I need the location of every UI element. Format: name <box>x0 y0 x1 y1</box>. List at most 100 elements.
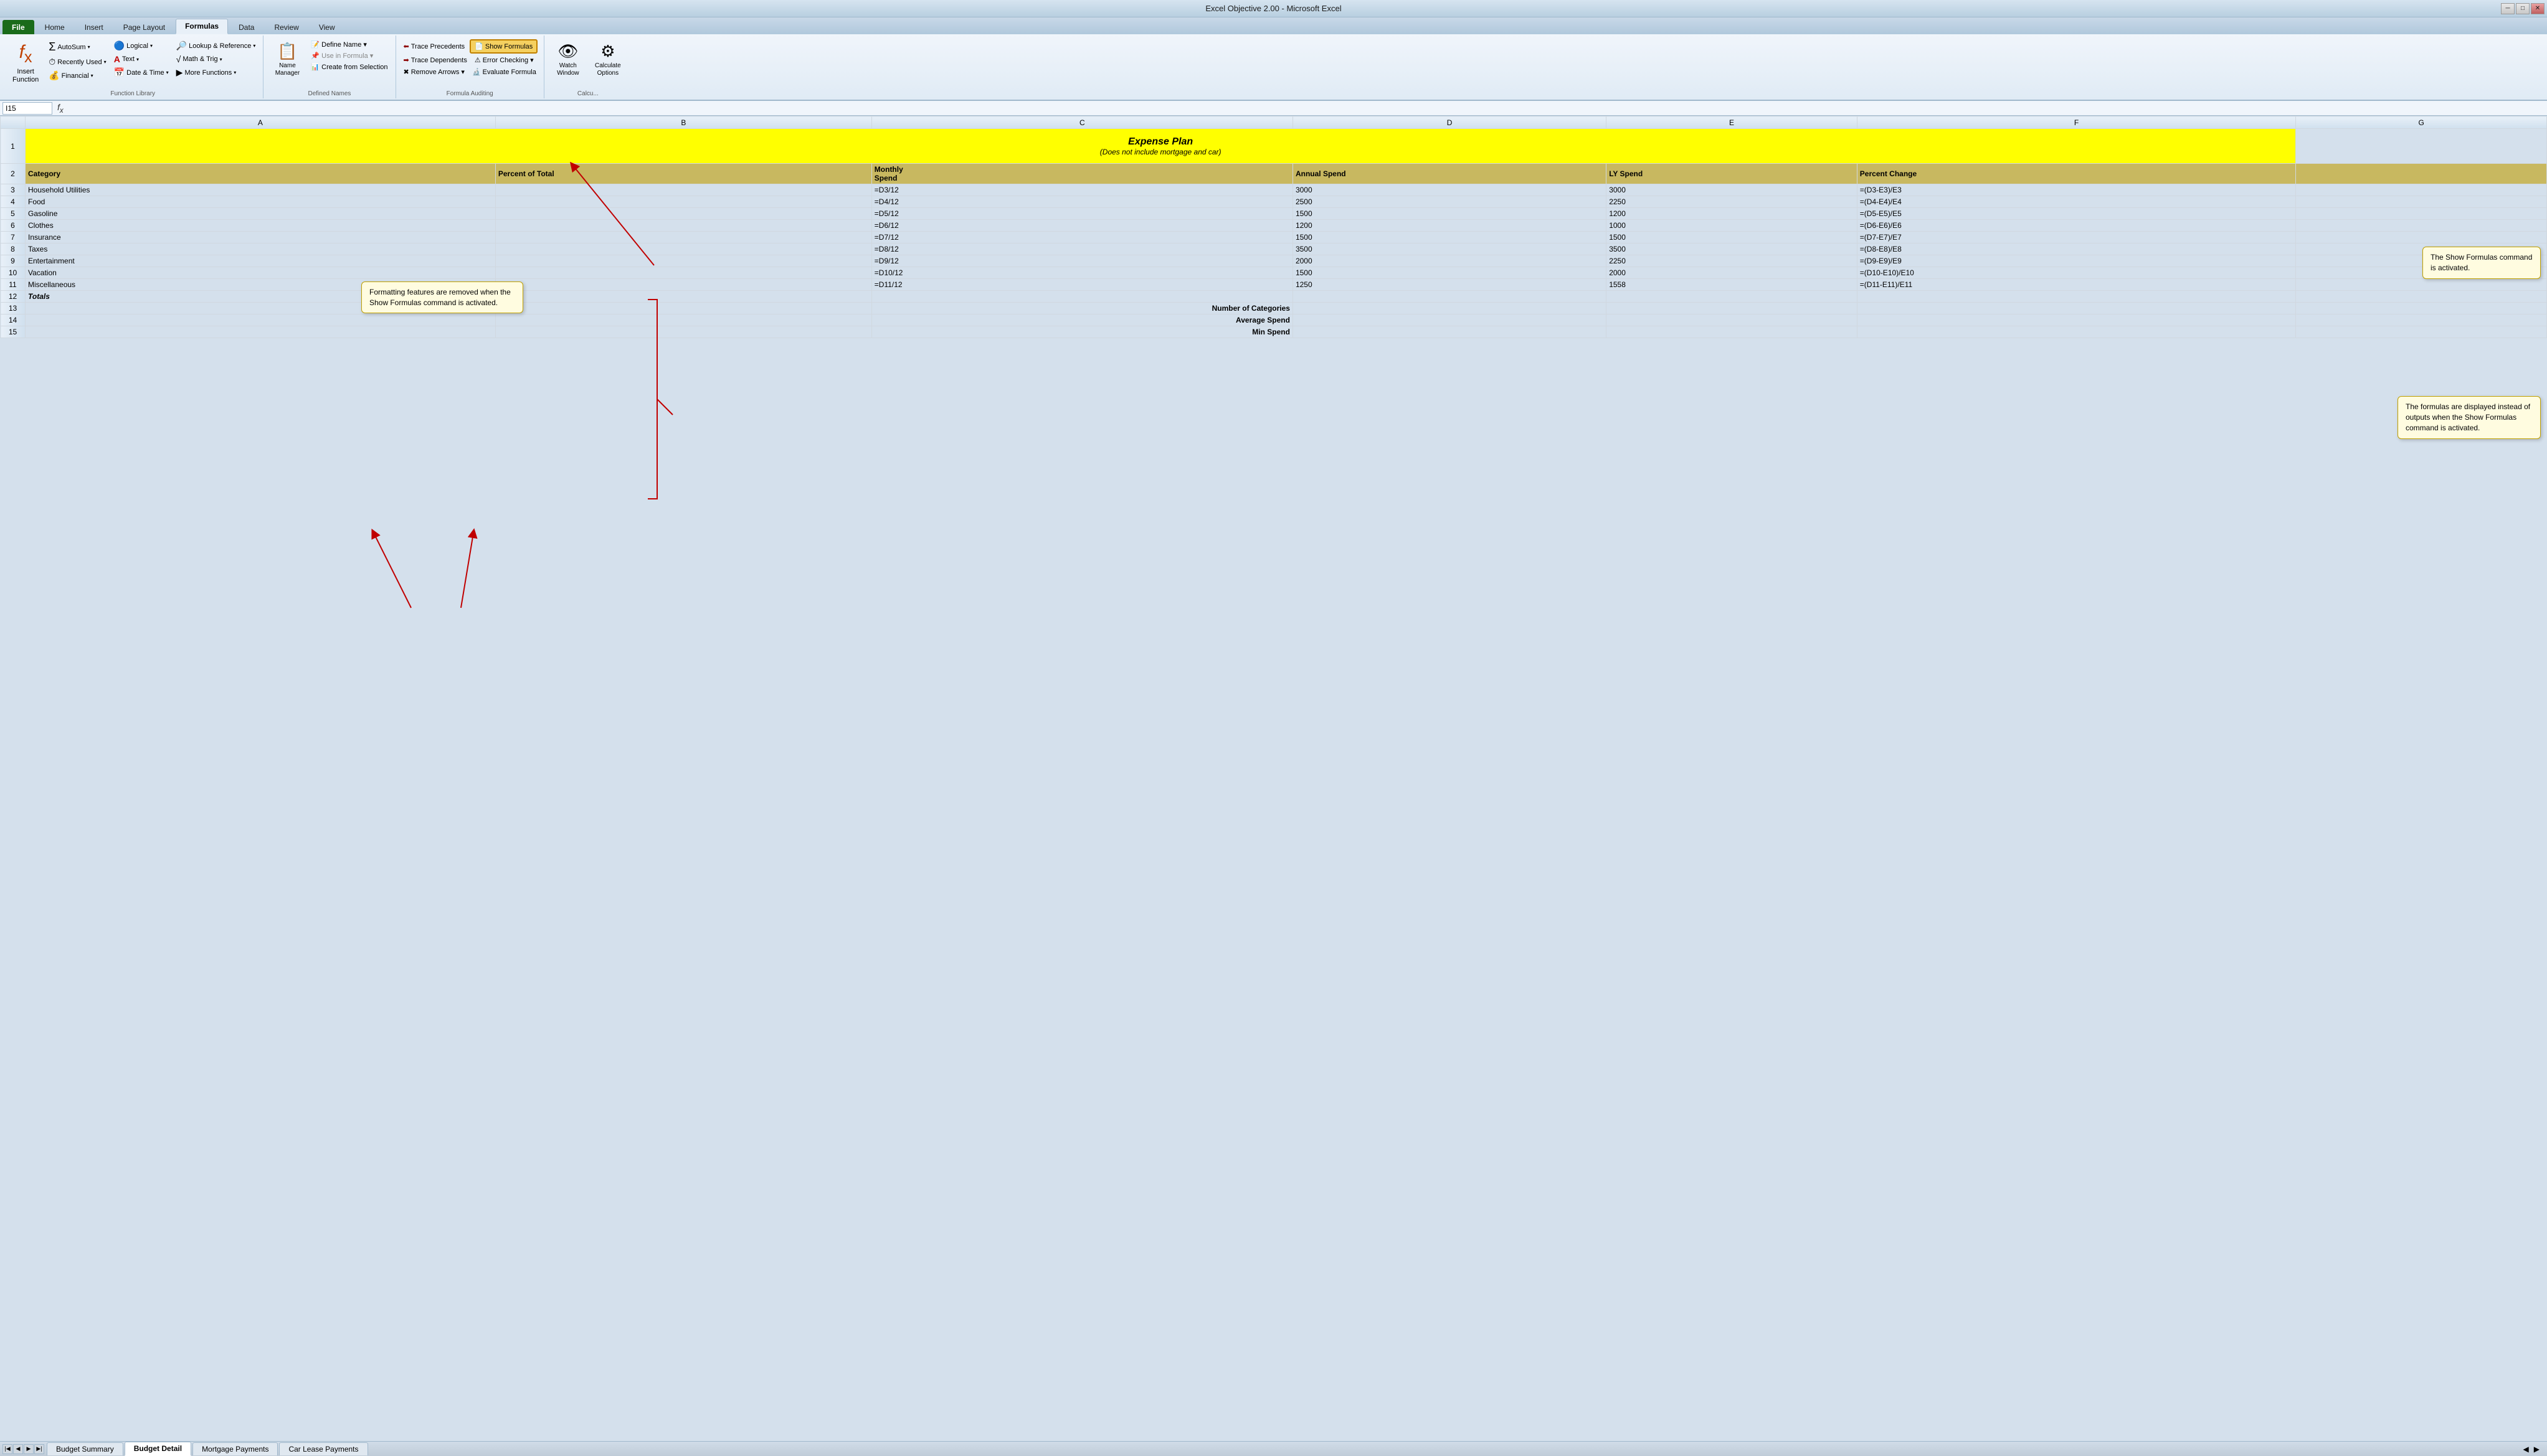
cell-a15[interactable] <box>26 326 496 338</box>
restore-button[interactable]: □ <box>2516 3 2530 14</box>
sheet-nav-last[interactable]: ▶| <box>34 1444 44 1454</box>
text-dropdown[interactable]: ▾ <box>136 57 139 62</box>
autosum-dropdown[interactable]: ▾ <box>88 44 90 50</box>
cell-f4[interactable]: =(D4-E4)/E4 <box>1857 196 2296 208</box>
cell-e13[interactable] <box>1606 303 1857 314</box>
cell-a10[interactable]: Vacation <box>26 267 496 279</box>
tab-view[interactable]: View <box>310 20 344 34</box>
cell-b13[interactable] <box>495 303 871 314</box>
use-in-formula-button[interactable]: 📌 Use in Formula ▾ <box>308 50 390 61</box>
cell-c15[interactable]: Min Spend <box>871 326 1292 338</box>
col-header-b[interactable]: B <box>495 116 871 129</box>
cell-b7[interactable] <box>495 232 871 243</box>
trace-precedents-button[interactable]: ⬅ Trace Precedents <box>401 41 468 52</box>
cell-g15[interactable] <box>2296 326 2547 338</box>
cell-e15[interactable] <box>1606 326 1857 338</box>
cell-b9[interactable] <box>495 255 871 267</box>
cell-e9[interactable]: 2250 <box>1606 255 1857 267</box>
cell-c13[interactable]: Number of Categories <box>871 303 1292 314</box>
cell-b6[interactable] <box>495 220 871 232</box>
cell-d15[interactable] <box>1292 326 1606 338</box>
cell-f8[interactable]: =(D8-E8)/E8 <box>1857 243 2296 255</box>
cell-d3[interactable]: 3000 <box>1292 184 1606 196</box>
autosum-button[interactable]: Σ AutoSum ▾ <box>46 39 108 55</box>
scroll-bar-left[interactable]: ◀ <box>2523 1445 2529 1454</box>
col-header-e[interactable]: E <box>1606 116 1857 129</box>
cell-d7[interactable]: 1500 <box>1292 232 1606 243</box>
cell-b4[interactable] <box>495 196 871 208</box>
cell-b11[interactable] <box>495 279 871 291</box>
cell-g7[interactable] <box>2296 232 2547 243</box>
cell-g4[interactable] <box>2296 196 2547 208</box>
cell-a4[interactable]: Food <box>26 196 496 208</box>
cell-e3[interactable]: 3000 <box>1606 184 1857 196</box>
cell-g14[interactable] <box>2296 314 2547 326</box>
cell-g11[interactable] <box>2296 279 2547 291</box>
remove-arrows-button[interactable]: ✖ Remove Arrows ▾ <box>401 67 467 77</box>
cell-g1[interactable] <box>2296 129 2547 164</box>
cell-d11[interactable]: 1250 <box>1292 279 1606 291</box>
cell-d9[interactable]: 2000 <box>1292 255 1606 267</box>
calculate-options-button[interactable]: ⚙ CalculateOptions <box>589 39 627 80</box>
close-button[interactable]: ✕ <box>2531 3 2545 14</box>
cell-g12[interactable] <box>2296 291 2547 303</box>
cell-f15[interactable] <box>1857 326 2296 338</box>
col-header-c[interactable]: C <box>871 116 1292 129</box>
cell-g13[interactable] <box>2296 303 2547 314</box>
cell-e11[interactable]: 1558 <box>1606 279 1857 291</box>
cell-d13[interactable] <box>1292 303 1606 314</box>
col-header-d[interactable]: D <box>1292 116 1606 129</box>
cell-c3[interactable]: =D3/12 <box>871 184 1292 196</box>
cell-b10[interactable] <box>495 267 871 279</box>
cell-a5[interactable]: Gasoline <box>26 208 496 220</box>
cell-b2[interactable]: Percent of Total <box>495 164 871 184</box>
scroll-bar-right[interactable]: ▶ <box>2534 1445 2540 1454</box>
date-time-button[interactable]: 📅 Date & Time ▾ <box>111 66 171 79</box>
cell-d12[interactable] <box>1292 291 1606 303</box>
cell-d10[interactable]: 1500 <box>1292 267 1606 279</box>
cell-c5[interactable]: =D5/12 <box>871 208 1292 220</box>
tab-home[interactable]: Home <box>36 20 74 34</box>
lookup-reference-button[interactable]: 🔎 Lookup & Reference ▾ <box>174 39 258 52</box>
cell-f6[interactable]: =(D6-E6)/E6 <box>1857 220 2296 232</box>
sheet-nav-prev[interactable]: ◀ <box>13 1444 23 1454</box>
watch-window-button[interactable]: 👁 WatchWindow <box>549 39 587 80</box>
cell-c7[interactable]: =D7/12 <box>871 232 1292 243</box>
cell-b8[interactable] <box>495 243 871 255</box>
cell-c14[interactable]: Average Spend <box>871 314 1292 326</box>
cell-d6[interactable]: 1200 <box>1292 220 1606 232</box>
math-trig-button[interactable]: √ Math & Trig ▾ <box>174 53 258 65</box>
name-manager-button[interactable]: 📋 NameManager <box>268 39 306 80</box>
cell-b3[interactable] <box>495 184 871 196</box>
create-from-selection-button[interactable]: 📊 Create from Selection <box>308 62 390 72</box>
tab-file[interactable]: File <box>2 20 34 34</box>
trace-dependents-button[interactable]: ➡ Trace Dependents <box>401 55 470 65</box>
cell-d5[interactable]: 1500 <box>1292 208 1606 220</box>
logical-dropdown[interactable]: ▾ <box>150 43 153 49</box>
cell-f12[interactable] <box>1857 291 2296 303</box>
more-functions-button[interactable]: ▶ More Functions ▾ <box>174 66 258 79</box>
cell-f3[interactable]: =(D3-E3)/E3 <box>1857 184 2296 196</box>
cell-e14[interactable] <box>1606 314 1857 326</box>
define-name-button[interactable]: 📝 Define Name ▾ <box>308 39 390 50</box>
cell-d4[interactable]: 2500 <box>1292 196 1606 208</box>
cell-f10[interactable]: =(D10-E10)/E10 <box>1857 267 2296 279</box>
tab-page-layout[interactable]: Page Layout <box>114 20 174 34</box>
cell-b14[interactable] <box>495 314 871 326</box>
cell-c6[interactable]: =D6/12 <box>871 220 1292 232</box>
financial-button[interactable]: 💰 Financial ▾ <box>46 69 108 82</box>
cell-c2[interactable]: MonthlySpend <box>871 164 1292 184</box>
cell-f2[interactable]: Percent Change <box>1857 164 2296 184</box>
sheet-nav-first[interactable]: |◀ <box>2 1444 12 1454</box>
cell-e8[interactable]: 3500 <box>1606 243 1857 255</box>
date-time-dropdown[interactable]: ▾ <box>166 70 169 75</box>
financial-dropdown[interactable]: ▾ <box>91 73 93 78</box>
cell-f14[interactable] <box>1857 314 2296 326</box>
show-formulas-button[interactable]: 📄 Show Formulas <box>470 39 538 54</box>
col-header-a[interactable]: A <box>26 116 496 129</box>
sheet-tab-budget-detail[interactable]: Budget Detail <box>125 1442 191 1456</box>
recently-used-button[interactable]: ⏱ Recently Used ▾ <box>46 55 108 69</box>
cell-e4[interactable]: 2250 <box>1606 196 1857 208</box>
tab-formulas[interactable]: Formulas <box>176 19 228 34</box>
cell-g3[interactable] <box>2296 184 2547 196</box>
